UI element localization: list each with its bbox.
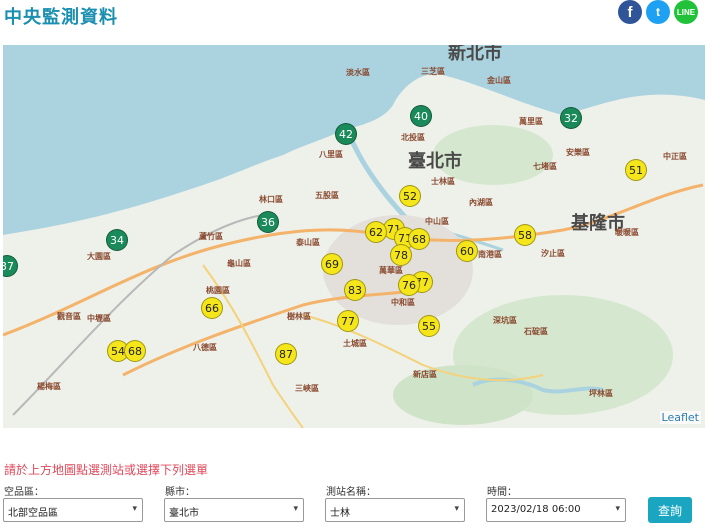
station-marker[interactable]: 51 — [625, 159, 647, 181]
chevron-down-icon: ▾ — [293, 504, 298, 514]
district-label: 萬華區 — [379, 266, 403, 275]
chevron-down-icon: ▾ — [454, 504, 459, 514]
district-label: 安樂區 — [566, 148, 590, 157]
station-marker[interactable]: 87 — [275, 343, 297, 365]
station-marker[interactable]: 77 — [337, 310, 359, 332]
district-label: 樹林區 — [287, 312, 311, 321]
chevron-down-icon: ▾ — [132, 504, 137, 514]
county-label: 縣市： — [165, 487, 195, 498]
district-label: 石碇區 — [524, 327, 548, 336]
district-label: 七堵區 — [533, 162, 557, 171]
district-label: 坪林區 — [589, 389, 613, 398]
district-label: 汐止區 — [541, 249, 565, 258]
district-label: 三峽區 — [295, 384, 319, 393]
district-label: 南港區 — [478, 250, 502, 259]
station-marker[interactable]: 52 — [399, 185, 421, 207]
station-marker[interactable]: 69 — [321, 253, 343, 275]
chevron-down-icon: ▾ — [615, 504, 620, 514]
query-button[interactable]: 查詢 — [648, 497, 692, 523]
district-label: 龜山區 — [227, 259, 251, 268]
time-select-value: 2023/02/18 06:00 — [491, 504, 581, 515]
district-label: 大園區 — [87, 252, 111, 261]
station-map[interactable]: 新北市 臺北市 基隆市 淡水區 三芝區 金山區 萬里區 八里區 北投區 士林區 … — [3, 45, 705, 428]
station-marker[interactable]: 32 — [560, 107, 582, 129]
district-label: 觀音區 — [57, 312, 81, 321]
station-marker[interactable]: 42 — [335, 123, 357, 145]
district-label: 內湖區 — [469, 198, 493, 207]
district-label: 中和區 — [391, 298, 415, 307]
district-label: 北投區 — [401, 133, 425, 142]
station-select-value: 士林 — [330, 508, 350, 519]
area-select-value: 北部空品區 — [8, 508, 58, 519]
district-label: 林口區 — [259, 195, 283, 204]
station-marker[interactable]: 55 — [418, 315, 440, 337]
station-marker[interactable]: 83 — [344, 279, 366, 301]
district-label: 中正區 — [663, 152, 687, 161]
area-select[interactable]: 北部空品區 ▾ — [3, 498, 143, 522]
district-label: 楊梅區 — [37, 382, 61, 391]
station-marker[interactable]: 34 — [106, 229, 128, 251]
district-label: 暖暖區 — [615, 228, 639, 237]
facebook-share-icon[interactable]: f — [618, 0, 642, 24]
station-marker[interactable]: 78 — [390, 244, 412, 266]
station-marker[interactable]: 62 — [365, 221, 387, 243]
time-select[interactable]: 2023/02/18 06:00 ▾ — [486, 498, 626, 522]
station-marker[interactable]: 76 — [398, 274, 420, 296]
region-label-taipei: 臺北市 — [408, 151, 462, 172]
station-marker[interactable]: 68 — [408, 228, 430, 250]
station-label: 測站名稱： — [326, 487, 376, 498]
leaflet-attribution[interactable]: Leaflet — [659, 411, 701, 424]
station-marker[interactable]: 36 — [257, 211, 279, 233]
page-title: 中央監測資料 — [4, 7, 118, 28]
district-label: 桃園區 — [206, 286, 230, 295]
district-label: 八里區 — [319, 150, 343, 159]
station-select[interactable]: 士林 ▾ — [325, 498, 465, 522]
district-label: 三芝區 — [421, 67, 445, 76]
station-marker[interactable]: 60 — [456, 240, 478, 262]
district-label: 士林區 — [431, 177, 455, 186]
selection-hint: 請於上方地圖點選測站或選擇下列選單 — [4, 463, 209, 477]
station-marker[interactable]: 40 — [410, 105, 432, 127]
district-label: 中山區 — [425, 217, 449, 226]
twitter-share-icon[interactable]: t — [646, 0, 670, 24]
region-label-new-taipei: 新北市 — [448, 45, 502, 64]
district-label: 土城區 — [343, 339, 367, 348]
station-marker[interactable]: 66 — [201, 297, 223, 319]
district-label: 中壢區 — [87, 314, 111, 323]
district-label: 深坑區 — [493, 316, 517, 325]
district-label: 淡水區 — [346, 68, 370, 77]
station-marker[interactable]: 58 — [514, 224, 536, 246]
county-select-value: 臺北市 — [169, 508, 199, 519]
area-label: 空品區： — [4, 487, 44, 498]
district-label: 五股區 — [315, 191, 339, 200]
district-label: 新店區 — [413, 370, 437, 379]
county-select[interactable]: 臺北市 ▾ — [164, 498, 304, 522]
line-share-icon[interactable]: LINE — [674, 0, 698, 24]
district-label: 金山區 — [487, 76, 511, 85]
time-label: 時間： — [487, 487, 517, 498]
district-label: 泰山區 — [296, 238, 320, 247]
page-header: 中央監測資料 f t LINE — [0, 0, 720, 44]
district-label: 蘆竹區 — [199, 232, 223, 241]
district-label: 八德區 — [193, 343, 217, 352]
district-label: 萬里區 — [519, 117, 543, 126]
station-marker[interactable]: 68 — [124, 340, 146, 362]
